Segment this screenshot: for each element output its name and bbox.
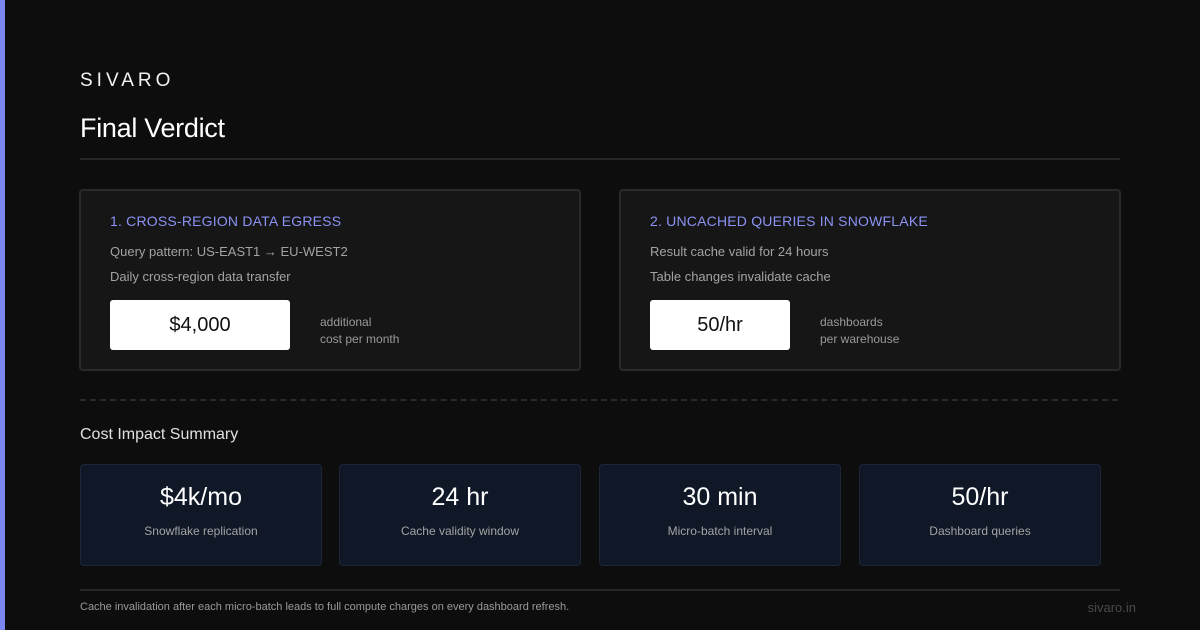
header-divider: [80, 158, 1120, 160]
card-value-note-line: per warehouse: [820, 332, 900, 346]
stat-value: 50/hr: [951, 483, 1009, 511]
summary-title: Cost Impact Summary: [80, 426, 239, 443]
finding-card-cache: 2. UNCACHED QUERIES IN SNOWFLAKE Result …: [619, 189, 1121, 371]
section-divider: [80, 399, 1118, 401]
stat-label: Cache validity window: [400, 524, 520, 538]
summary-stat: 24 hr Cache validity window: [339, 464, 581, 566]
footer-divider: [80, 589, 1120, 591]
stat-value: $4k/mo: [160, 483, 242, 511]
stat-label: Dashboard queries: [929, 524, 1031, 538]
card-value-note: dashboards per warehouse: [820, 314, 899, 348]
card-value: $4,000: [110, 300, 290, 350]
card-detail: Table changes invalidate cache: [650, 269, 831, 284]
summary-stat: 30 min Micro-batch interval: [599, 464, 841, 566]
card-value-note-line: cost per month: [320, 332, 400, 346]
brand-logo: SIVARO: [80, 70, 175, 91]
card-heading: 1. CROSS-REGION DATA EGRESS: [110, 213, 342, 229]
summary-stat: 50/hr Dashboard queries: [859, 464, 1101, 566]
accent-bar: [0, 0, 5, 630]
footer-site-link[interactable]: sivaro.in: [1088, 600, 1136, 615]
card-value-note-line: additional: [320, 315, 372, 329]
card-detail: Daily cross-region data transfer: [110, 269, 291, 284]
stat-value: 24 hr: [431, 483, 489, 511]
page-title: Final Verdict: [80, 113, 225, 143]
card-value-note-line: dashboards: [820, 315, 883, 329]
card-detail: Result cache valid for 24 hours: [650, 244, 829, 259]
footer-note: Cache invalidation after each micro-batc…: [80, 601, 570, 613]
card-detail: Query pattern: US-EAST1 → EU-WEST2: [110, 244, 348, 259]
card-value: 50/hr: [650, 300, 790, 350]
card-value-note: additional cost per month: [320, 314, 399, 348]
summary-stat: $4k/mo Snowflake replication: [80, 464, 322, 566]
card-heading: 2. UNCACHED QUERIES IN SNOWFLAKE: [650, 213, 928, 229]
stat-label: Micro-batch interval: [667, 524, 773, 538]
finding-card-egress: 1. CROSS-REGION DATA EGRESS Query patter…: [79, 189, 581, 371]
stat-value: 30 min: [682, 483, 758, 511]
stat-label: Snowflake replication: [144, 524, 258, 538]
